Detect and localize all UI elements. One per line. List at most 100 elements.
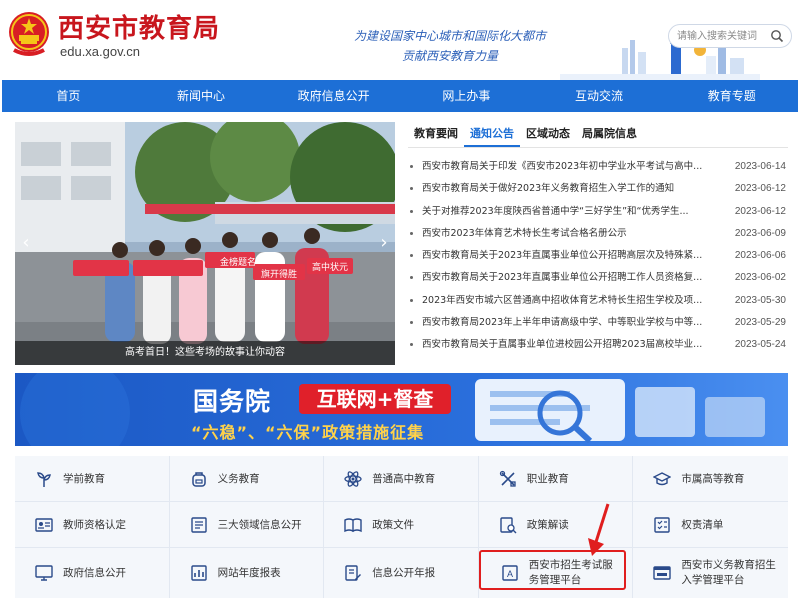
photo-sign-text: 高中状元	[312, 261, 348, 273]
carousel-caption[interactable]: 高考首日！这些考场的故事让你动容	[15, 341, 395, 365]
monitor-icon	[35, 565, 53, 581]
news-title[interactable]: 西安市教育局关于印发《西安市2023年初中学业水平考试与高中...	[422, 156, 712, 178]
news-title[interactable]: 西安市教育局关于2023年直属事业单位公开招聘工作人员资格复...	[422, 267, 712, 289]
site-domain: edu.xa.gov.cn	[60, 44, 140, 59]
tools-icon	[499, 470, 516, 487]
banner-subtitle-badge: 互联网+督查	[299, 384, 451, 414]
tab-notices[interactable]: 通知公告	[464, 122, 520, 147]
open-book-icon	[344, 518, 362, 533]
news-title[interactable]: 西安市教育局关于直属事业单位进校园公开招聘2023届高校毕业...	[422, 334, 712, 356]
news-item[interactable]: 关于对推荐2023年度陕西省普通中学“三好学生”和“优秀学生... 2023-06…	[408, 201, 788, 223]
news-carousel[interactable]: 金榜题名 旗开得胜 高中状元 ‹ › 高考首日！这些考场的故事让你动容	[15, 122, 395, 365]
news-date: 2023-05-24	[734, 339, 786, 351]
news-item[interactable]: 2023年西安市城六区普通高中招收体育艺术特长生招生学校及项... 2023-05…	[408, 290, 788, 312]
site-title[interactable]: 西安市教育局	[58, 8, 220, 45]
sprout-icon	[37, 472, 51, 487]
service-label: 权责清单	[681, 518, 724, 531]
news-title[interactable]: 关于对推荐2023年度陕西省普通中学“三好学生”和“优秀学生...	[422, 201, 712, 223]
bullet-icon	[410, 343, 413, 347]
news-panel: 教育要闻 通知公告 区域动态 局属院信息 西安市教育局关于印发《西安市2023年…	[408, 122, 788, 365]
service-higher-education[interactable]: 市属高等教育	[633, 456, 788, 502]
checklist-icon	[654, 517, 671, 533]
service-label: 普通高中教育	[372, 472, 436, 485]
service-three-domains[interactable]: 三大领域信息公开	[169, 502, 325, 548]
search-input[interactable]	[677, 28, 771, 44]
service-label: 政府信息公开	[63, 566, 126, 579]
search-box[interactable]	[668, 24, 792, 48]
bullet-icon	[410, 165, 413, 168]
bullet-icon	[410, 254, 413, 258]
browser-window-icon	[653, 566, 672, 580]
service-teacher-certification[interactable]: 教师资格认定	[15, 502, 170, 548]
service-gov-info-disclosure[interactable]: 政府信息公开	[15, 548, 170, 598]
nav-news-center[interactable]: 新闻中心	[135, 80, 268, 112]
service-label: 市属高等教育	[681, 472, 745, 485]
nav-interaction[interactable]: 互动交流	[533, 80, 666, 112]
bullet-icon	[410, 298, 413, 302]
news-date: 2023-06-09	[734, 227, 786, 239]
news-list: 西安市教育局关于印发《西安市2023年初中学业水平考试与高中... 2023-06…	[408, 156, 788, 357]
news-item[interactable]: 西安市教育局关于2023年直属事业单位公开招聘高层次及特殊紧... 2023-06…	[408, 245, 788, 267]
news-date: 2023-06-14	[734, 161, 786, 172]
service-compulsory-enrollment-platform[interactable]: 西安市义务教育招生入学管理平台	[633, 548, 788, 598]
service-label: 义务教育	[217, 472, 260, 485]
search-icon[interactable]	[770, 29, 784, 43]
service-label: 学前教育	[63, 472, 105, 485]
tab-affiliate-info[interactable]: 局属院信息	[576, 122, 643, 147]
service-responsibility-list[interactable]: 权责清单	[633, 502, 788, 548]
slogan: 为建设国家中心城市和国际化大都市 贡献西安教育力量	[330, 26, 570, 66]
nav-home[interactable]: 首页	[2, 80, 135, 112]
service-label: 政策文件	[372, 518, 415, 531]
news-title[interactable]: 西安市教育局2023年上半年申请高级中学、中等职业学校与中等...	[422, 312, 712, 334]
nav-education-topics[interactable]: 教育专题	[665, 80, 798, 112]
news-item[interactable]: 西安市2023年体育艺术特长生考试合格名册公示 2023-06-09	[408, 223, 788, 245]
news-title[interactable]: 西安市教育局关于2023年直属事业单位公开招聘高层次及特殊紧...	[422, 245, 712, 267]
news-item[interactable]: 西安市教育局关于2023年直属事业单位公开招聘工作人员资格复... 2023-06…	[408, 267, 788, 289]
nav-gov-info[interactable]: 政府信息公开	[267, 80, 400, 112]
national-emblem-icon	[9, 12, 49, 56]
banner-title: 国务院	[193, 387, 272, 416]
news-title[interactable]: 西安市2023年体育艺术特长生考试合格名册公示	[422, 223, 712, 245]
service-label: 职业教育	[526, 472, 569, 485]
bullet-icon	[410, 276, 413, 280]
backpack-icon	[191, 472, 206, 487]
site-header: 西安市教育局 edu.xa.gov.cn 为建设国家中心城市和国际化大都市 贡献…	[0, 0, 800, 80]
service-label: 网站年度报表	[217, 566, 281, 579]
nav-online-services[interactable]: 网上办事	[400, 80, 533, 112]
service-preschool[interactable]: 学前教育	[15, 456, 170, 502]
service-vocational[interactable]: 职业教育	[478, 456, 634, 502]
report-icon	[190, 565, 207, 581]
service-label: 西安市义务教育招生入学管理平台	[681, 559, 776, 586]
news-title[interactable]: 2023年西安市城六区普通高中招收体育艺术特长生招生学校及项...	[422, 290, 712, 312]
service-grid: 学前教育 义务教育 普通高中教育 职业教育 市属高等教育 教师资格认定 三大领域…	[15, 456, 788, 598]
news-item[interactable]: 西安市教育局2023年上半年申请高级中学、中等职业学校与中等... 2023-05…	[408, 312, 788, 334]
service-info-annual-report[interactable]: 信息公开年报	[324, 548, 479, 598]
state-council-banner[interactable]: 国务院 互联网+督查 “六稳”、“六保”政策措施征集	[15, 373, 788, 446]
carousel-prev-icon[interactable]: ‹	[19, 232, 33, 254]
bullet-icon	[410, 231, 413, 235]
service-policy-files[interactable]: 政策文件	[324, 502, 479, 548]
photo-sign-text: 旗开得胜	[261, 268, 297, 280]
document-magnifier-icon	[500, 517, 517, 534]
carousel-next-icon[interactable]: ›	[377, 232, 391, 254]
news-item[interactable]: 西安市教育局关于直属事业单位进校园公开招聘2023届高校毕业... 2023-05…	[408, 334, 788, 356]
red-arrow-icon	[588, 503, 610, 556]
news-date: 2023-06-12	[734, 205, 786, 217]
tab-education-news[interactable]: 教育要闻	[408, 122, 464, 147]
main-nav: 首页 新闻中心 政府信息公开 网上办事 互动交流 教育专题	[2, 80, 798, 112]
slogan-line-2: 贡献西安教育力量	[401, 49, 498, 63]
slogan-line-1: 为建设国家中心城市和国际化大都市	[353, 29, 546, 43]
news-item[interactable]: 西安市教育局关于做好2023年义务教育招生入学工作的通知 2023-06-12	[408, 178, 788, 200]
service-annual-report[interactable]: 网站年度报表	[170, 548, 325, 598]
service-label: 教师资格认定	[63, 518, 126, 531]
news-date: 2023-06-06	[734, 250, 786, 262]
bullet-icon	[410, 321, 413, 325]
bullet-icon	[410, 209, 413, 213]
news-title[interactable]: 西安市教育局关于做好2023年义务教育招生入学工作的通知	[422, 178, 712, 200]
tab-regional-updates[interactable]: 区域动态	[520, 122, 576, 147]
news-date: 2023-05-29	[734, 317, 786, 329]
service-compulsory[interactable]: 义务教育	[169, 456, 325, 502]
news-item[interactable]: 西安市教育局关于印发《西安市2023年初中学业水平考试与高中... 2023-06…	[408, 156, 788, 178]
service-high-school[interactable]: 普通高中教育	[324, 456, 479, 502]
photo-sign-text: 金榜题名	[220, 256, 256, 268]
